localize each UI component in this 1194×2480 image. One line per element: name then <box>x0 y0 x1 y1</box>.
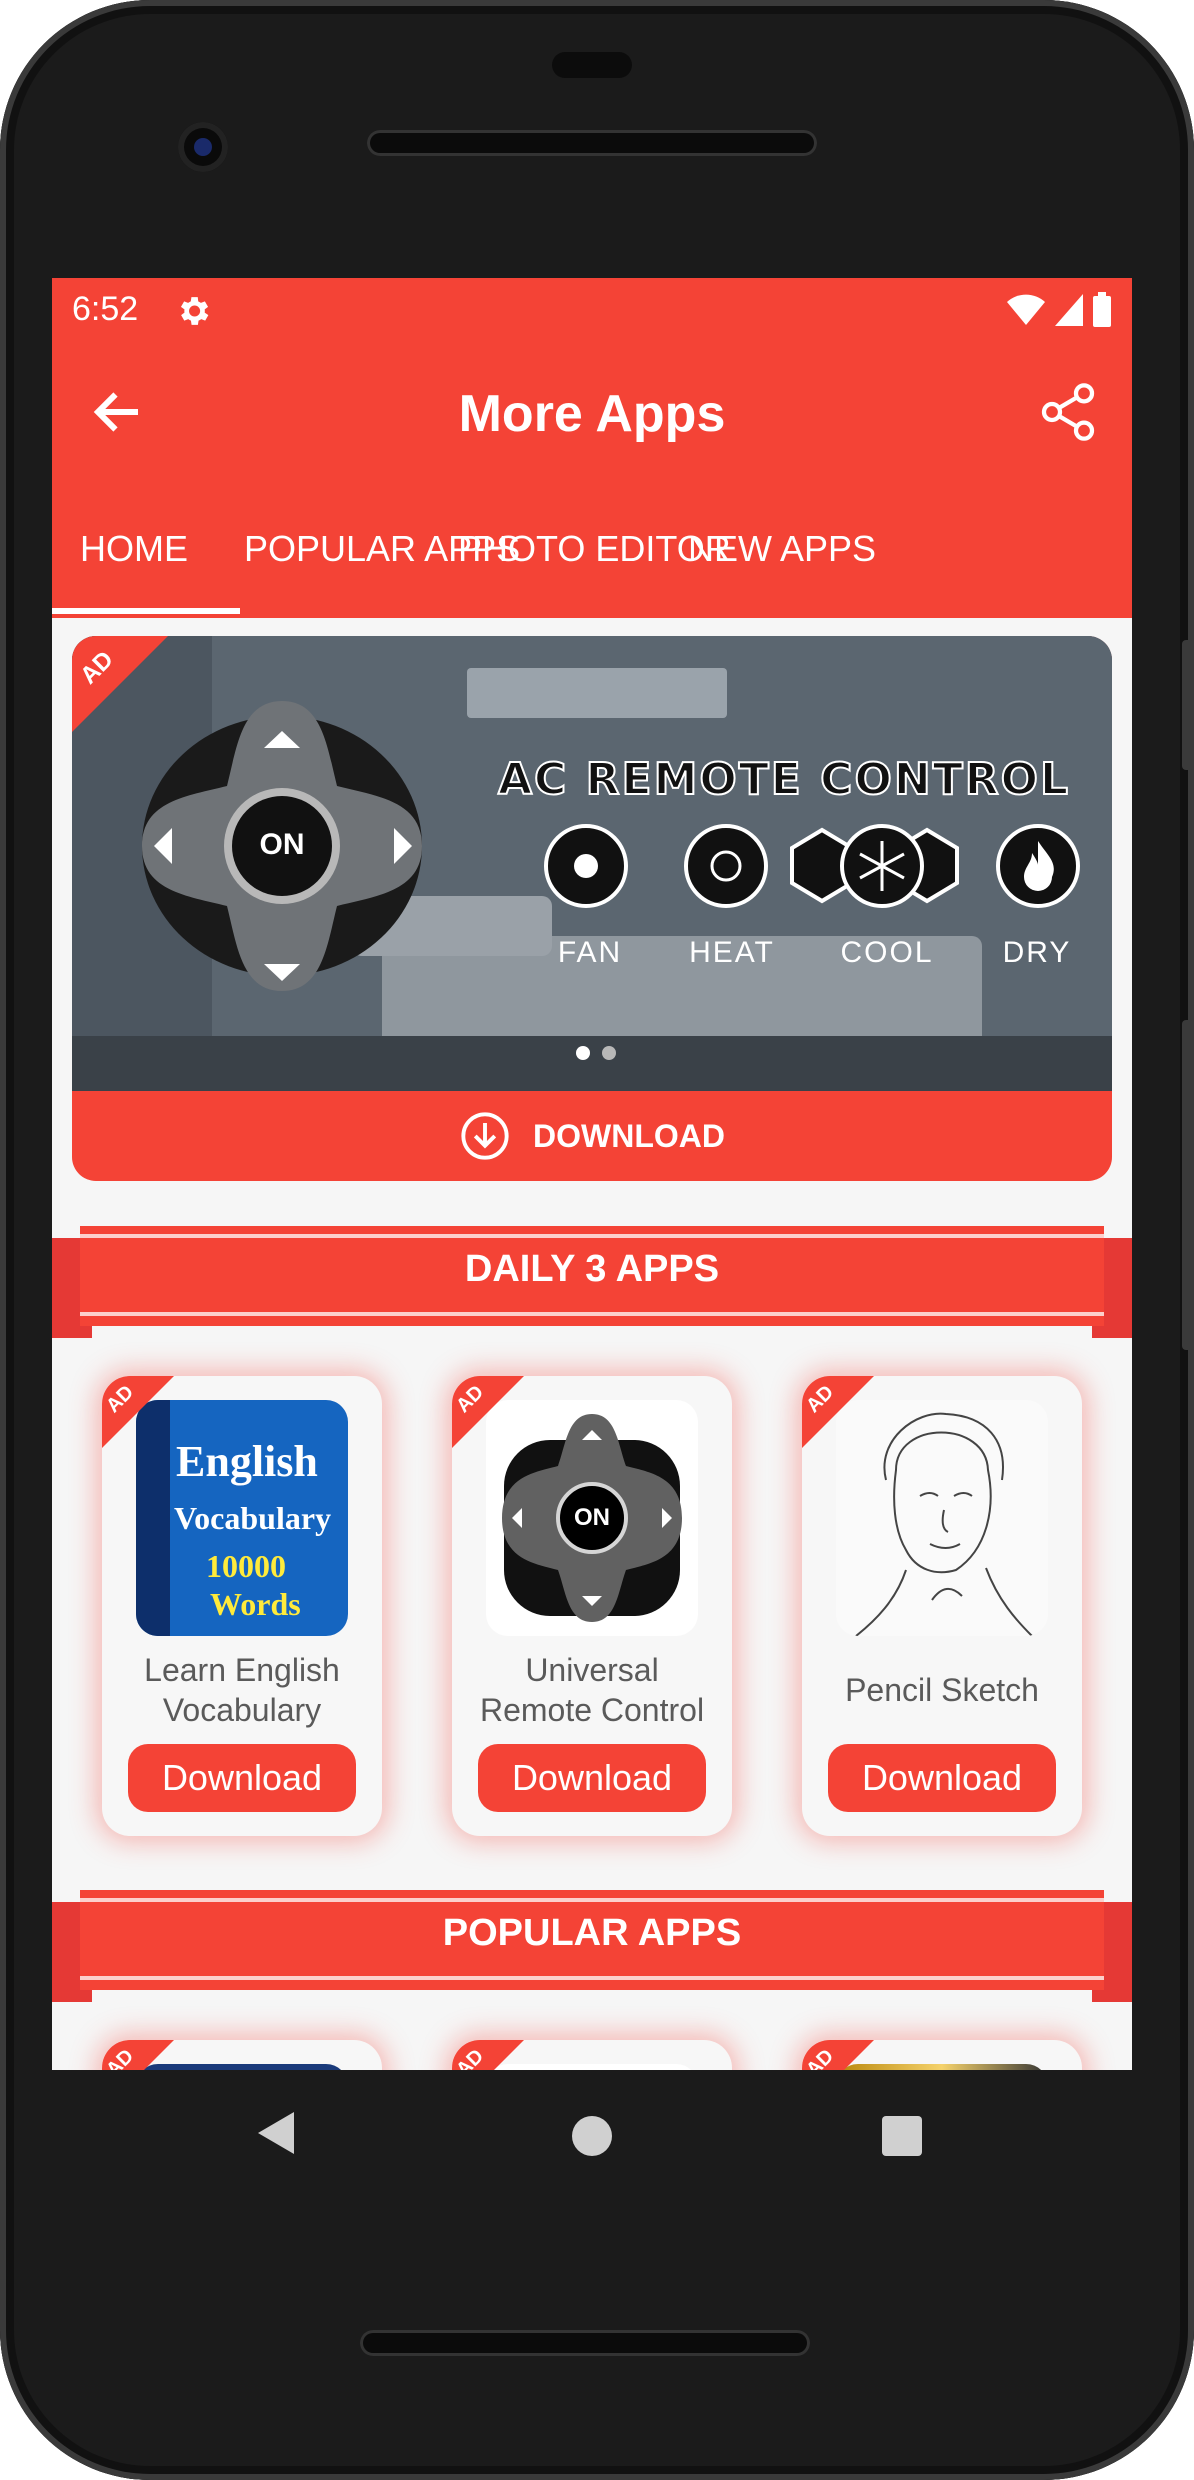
app-card-pencil-sketch[interactable]: AD Pencil Sketch Download <box>802 1376 1082 1836</box>
app-name-line2: Remote Control <box>479 1692 705 1728</box>
nav-home-icon[interactable] <box>572 2116 612 2156</box>
tab-new-apps[interactable]: NEW APPS <box>688 528 876 570</box>
download-label: DOWNLOAD <box>533 1117 725 1154</box>
banner-on-label: ON <box>259 828 305 861</box>
status-time: 6:52 <box>72 290 139 328</box>
thumb-text-on: ON <box>574 1504 610 1531</box>
page-dot-active <box>576 1046 590 1060</box>
signal-icon <box>1055 294 1083 326</box>
status-bar: 6:52 <box>52 278 1132 344</box>
banner-download-button[interactable]: DOWNLOAD <box>72 1091 1112 1181</box>
page-title: More Apps <box>458 385 726 443</box>
popular-apps-title: POPULAR APPS <box>442 1912 742 1954</box>
phone-frame: 6:52 More Apps HOME POPULAR APPS PHOTO E… <box>0 0 1194 2480</box>
thumb-text-words: Words <box>210 1586 301 1622</box>
app-name-line1: Learn English <box>144 1652 340 1688</box>
active-tab-indicator <box>52 608 240 614</box>
app-name-line2: Vocabulary <box>162 1692 322 1728</box>
daily-apps-ribbon: DAILY 3 APPS <box>52 1208 1132 1348</box>
ribbon-line <box>80 1898 1104 1902</box>
nav-back-icon[interactable] <box>256 2110 296 2156</box>
mode-heat-label: HEAT <box>689 936 775 969</box>
app-name: Universal Remote Control <box>452 1650 732 1730</box>
thumb-text-english: English <box>176 1437 318 1486</box>
banner-headline: AC REMOTE CONTROL <box>497 753 1071 806</box>
screen: 6:52 More Apps HOME POPULAR APPS PHOTO E… <box>52 278 1132 2070</box>
top-speaker <box>367 130 817 156</box>
thumb-text-count: 10000 <box>206 1548 286 1584</box>
mode-fan-label: FAN <box>557 936 623 969</box>
thumb-text-vocabulary: Vocabulary <box>174 1500 332 1536</box>
page-dot <box>602 1046 616 1060</box>
ad-corner <box>72 636 168 732</box>
tab-home[interactable]: HOME <box>80 528 188 570</box>
app-name-line1: Universal <box>525 1652 659 1688</box>
ribbon-line <box>80 1312 1104 1316</box>
status-icons <box>1006 292 1112 328</box>
system-nav-bar <box>0 2070 1194 2200</box>
popular-app-card[interactable]: AD <box>452 2040 732 2070</box>
front-camera <box>178 122 228 172</box>
download-button[interactable]: Download <box>478 1744 706 1812</box>
power-button <box>1182 640 1194 770</box>
popular-app-card[interactable]: AD <box>802 2040 1082 2070</box>
nav-recents-icon[interactable] <box>882 2116 922 2156</box>
popular-apps-ribbon: POPULAR APPS <box>52 1872 1132 2012</box>
download-button[interactable]: Download <box>128 1744 356 1812</box>
app-bar: More Apps <box>52 344 1132 480</box>
mode-dry-label: DRY <box>1002 936 1072 969</box>
app-card-english[interactable]: English Vocabulary 10000 Words AD Learn … <box>102 1376 382 1836</box>
battery-icon <box>1093 292 1111 327</box>
banner-image: AD AC REMOTE CONTROL ON FAN HEAT COOL DR… <box>72 636 1112 1091</box>
earpiece <box>552 52 632 78</box>
mode-cool-label: COOL <box>840 936 934 969</box>
ribbon-line <box>80 1234 1104 1238</box>
app-name: Pencil Sketch <box>845 1672 1039 1708</box>
share-icon[interactable] <box>1036 380 1100 444</box>
daily-apps-title: DAILY 3 APPS <box>464 1248 720 1290</box>
download-button[interactable]: Download <box>828 1744 1056 1812</box>
bottom-speaker <box>360 2330 810 2356</box>
volume-button <box>1182 1020 1194 1350</box>
promo-banner[interactable]: AD AC REMOTE CONTROL ON FAN HEAT COOL DR… <box>72 636 1112 1181</box>
app-name: Learn English Vocabulary <box>102 1650 382 1730</box>
banner-artwork <box>72 636 1112 1091</box>
download-icon <box>461 1112 509 1160</box>
popular-app-card[interactable]: AD <box>102 2040 382 2070</box>
gear-icon <box>180 297 209 325</box>
ribbon-line <box>80 1976 1104 1980</box>
wifi-icon <box>1007 294 1045 325</box>
app-card-remote[interactable]: ON AD Universal Remote Control Download <box>452 1376 732 1836</box>
tab-bar: HOME POPULAR APPS PHOTO EDITOR NEW APPS <box>52 480 1132 618</box>
